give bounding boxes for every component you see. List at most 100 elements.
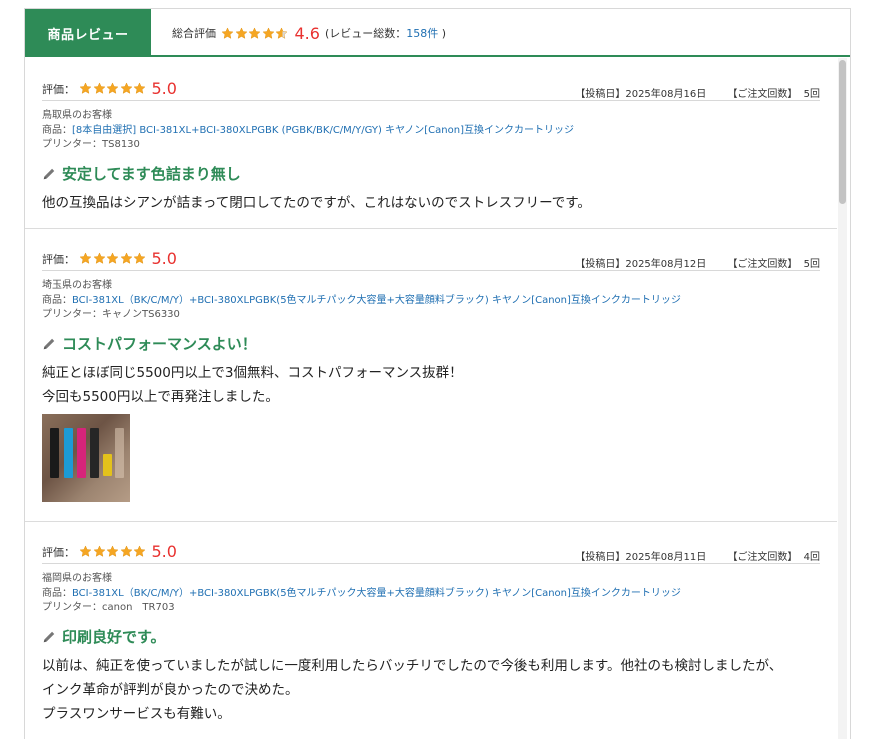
star-icon (106, 545, 119, 557)
product-line: 商品：BCI-381XL（BK/C/M/Y）+BCI-380XLPGBK(5色マ… (42, 587, 820, 602)
rating-score: 5.0 (151, 542, 177, 561)
customer-location: 鳥取県のお客様 (42, 110, 112, 121)
star-icon (120, 545, 132, 557)
order-count-value: 4回 (803, 552, 820, 563)
review-item: 評価： 5.0 【投稿日】2025年08月11日 【ご注文回数】 4回 福岡県の… (25, 522, 837, 739)
review-item: 評価： 5.0 【投稿日】2025年08月16日 【ご注文回数】 5回 鳥取県の… (25, 59, 837, 229)
ink-cartridge-black-2 (90, 428, 99, 478)
order-count-label: 【ご注文回数】 (727, 89, 798, 100)
review-body: 以前は、純正を使っていましたが試しに一度利用したらバッチリでしたので今後も利用し… (42, 654, 820, 726)
review-product-info: 鳥取県のお客様 商品：[8本自由選択] BCI-381XL+BCI-380XLP… (42, 109, 820, 153)
review-photo[interactable] (42, 414, 130, 502)
star-icon (275, 26, 288, 39)
review-meta-row: 評価： 5.0 【投稿日】2025年08月11日 【ご注文回数】 4回 (42, 540, 820, 564)
star-icon (221, 26, 234, 39)
overall-rating-label: 総合評価 (172, 27, 216, 40)
product-link[interactable]: [8本自由選択] BCI-381XL+BCI-380XLPGBK (PGBK/B… (72, 125, 574, 136)
rating-label: 評価： (42, 545, 75, 559)
product-link[interactable]: BCI-381XL（BK/C/M/Y）+BCI-380XLPGBK(5色マルチパ… (72, 295, 681, 306)
review-list: 評価： 5.0 【投稿日】2025年08月16日 【ご注文回数】 5回 鳥取県の… (25, 59, 837, 739)
review-star-rating (79, 252, 147, 265)
star-icon (93, 252, 105, 264)
product-prefix: 商品： (42, 294, 72, 306)
ink-cartridge-yellow (103, 454, 112, 476)
star-icon (133, 82, 146, 94)
review-post-meta: 【投稿日】2025年08月16日 【ご注文回数】 5回 (572, 85, 820, 100)
review-star-rating (79, 545, 147, 558)
product-prefix: 商品： (42, 124, 72, 136)
star-icon (133, 545, 146, 557)
review-title: 印刷良好です。 (42, 626, 166, 647)
order-count-value: 5回 (803, 89, 820, 100)
star-icon (120, 252, 132, 264)
star-icon (79, 82, 92, 94)
product-line: 商品：BCI-381XL（BK/C/M/Y）+BCI-380XLPGBK(5色マ… (42, 294, 820, 309)
review-body-line: 今回も5500円以上で再発注しました。 (42, 389, 279, 405)
rating-label: 評価： (42, 252, 75, 266)
posted-date: 【投稿日】2025年08月12日 (575, 259, 707, 270)
review-body-line: インク革命が評判が良かったので決めた。 (42, 682, 299, 698)
review-panel: 商品レビュー 総合評価 4.6 (レビュー総数：158件 ) 評価： 5.0 【… (24, 8, 851, 739)
star-icon (93, 545, 105, 557)
ink-cartridge-magenta (77, 428, 86, 478)
star-icon (79, 252, 92, 264)
star-icon (262, 26, 274, 39)
scrollbar-thumb[interactable] (839, 60, 846, 204)
product-prefix: 商品： (42, 587, 72, 599)
overall-star-rating (221, 26, 289, 40)
review-item: 評価： 5.0 【投稿日】2025年08月12日 【ご注文回数】 5回 埼玉県の… (25, 229, 837, 522)
printer-model: プリンター：canon TR703 (42, 602, 175, 613)
review-title-text: コストパフォーマンスよい！ (62, 335, 257, 353)
star-icon (106, 82, 119, 94)
star-icon (93, 82, 105, 94)
star-icon (248, 26, 261, 39)
pencil-icon (43, 168, 55, 179)
review-count-link[interactable]: 158件 (406, 27, 438, 40)
review-title-text: 印刷良好です。 (62, 628, 166, 646)
pencil-icon (43, 631, 55, 642)
review-count-suffix: ) (441, 27, 447, 40)
customer-location: 福岡県のお客様 (42, 573, 112, 584)
review-meta-row: 評価： 5.0 【投稿日】2025年08月16日 【ご注文回数】 5回 (42, 77, 820, 101)
printer-model: プリンター：TS8130 (42, 139, 140, 150)
review-body-line: 他の互換品はシアンが詰まって閉口してたのですが、これはないのでストレスフリーです… (42, 195, 591, 211)
printer-model: プリンター：キャノンTS6330 (42, 309, 180, 320)
review-count-prefix: (レビュー総数： (324, 27, 407, 40)
review-product-info: 福岡県のお客様 商品：BCI-381XL（BK/C/M/Y）+BCI-380XL… (42, 572, 820, 616)
product-link[interactable]: BCI-381XL（BK/C/M/Y）+BCI-380XLPGBK(5色マルチパ… (72, 588, 681, 599)
review-title-text: 安定してます色詰まり無し (62, 165, 241, 183)
customer-location: 埼玉県のお客様 (42, 280, 112, 291)
product-line: 商品：[8本自由選択] BCI-381XL+BCI-380XLPGBK (PGB… (42, 124, 820, 139)
order-count-label: 【ご注文回数】 (727, 259, 798, 270)
review-count: (レビュー総数：158件 ) (325, 25, 446, 41)
review-rating: 評価： 5.0 (42, 542, 177, 561)
ink-cartridge-clear (115, 428, 124, 478)
scrollbar[interactable] (838, 58, 847, 739)
star-icon (79, 545, 92, 557)
review-body-line: 純正とほぼ同じ5500円以上で3個無料、コストパフォーマンス抜群！ (42, 365, 463, 381)
rating-score: 5.0 (151, 249, 177, 268)
review-rating: 評価： 5.0 (42, 249, 177, 268)
ink-cartridge-cyan (64, 428, 73, 478)
review-header: 商品レビュー 総合評価 4.6 (レビュー総数：158件 ) (25, 9, 850, 57)
star-icon (106, 252, 119, 264)
review-post-meta: 【投稿日】2025年08月12日 【ご注文回数】 5回 (572, 255, 820, 270)
order-count-label: 【ご注文回数】 (727, 552, 798, 563)
review-body-line: 以前は、純正を使っていましたが試しに一度利用したらバッチリでしたので今後も利用し… (42, 658, 783, 674)
tab-product-reviews[interactable]: 商品レビュー (25, 9, 151, 57)
posted-date: 【投稿日】2025年08月11日 (575, 552, 707, 563)
posted-date: 【投稿日】2025年08月16日 (575, 89, 707, 100)
review-title: コストパフォーマンスよい！ (42, 333, 257, 354)
review-post-meta: 【投稿日】2025年08月11日 【ご注文回数】 4回 (572, 548, 820, 563)
review-body: 他の互換品はシアンが詰まって閉口してたのですが、これはないのでストレスフリーです… (42, 191, 820, 215)
pencil-icon (43, 338, 55, 349)
review-body: 純正とほぼ同じ5500円以上で3個無料、コストパフォーマンス抜群！ 今回も5500… (42, 361, 820, 409)
review-star-rating (79, 82, 147, 95)
review-meta-row: 評価： 5.0 【投稿日】2025年08月12日 【ご注文回数】 5回 (42, 247, 820, 271)
review-body-line: プラスワンサービスも有難い。 (42, 706, 231, 722)
ink-cartridge-black (50, 428, 59, 478)
star-icon (235, 26, 247, 39)
overall-rating-summary: 総合評価 4.6 (レビュー総数：158件 ) (172, 9, 446, 57)
star-icon (120, 82, 132, 94)
rating-score: 5.0 (151, 79, 177, 98)
